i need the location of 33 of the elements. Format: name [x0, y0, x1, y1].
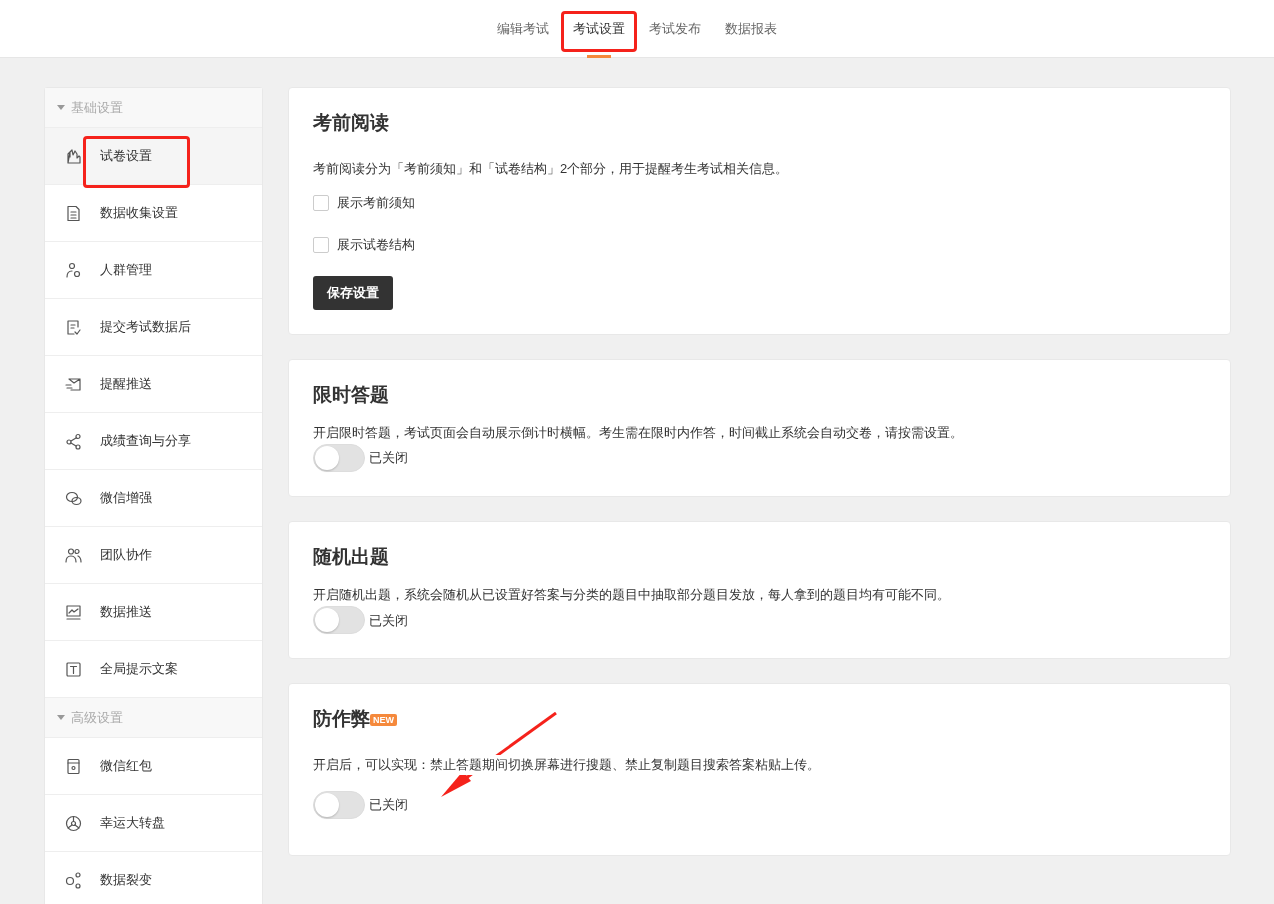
- toggle-switch[interactable]: [313, 444, 365, 473]
- chat-icon: [65, 489, 82, 507]
- nav-tab[interactable]: 数据报表: [713, 0, 789, 58]
- toggle-label: 已关闭: [369, 449, 408, 468]
- chart-icon: [65, 603, 82, 621]
- people-icon: [65, 546, 82, 564]
- text-icon: [65, 660, 82, 678]
- person-icon: [65, 261, 82, 279]
- card-title: 考前阅读: [313, 112, 389, 135]
- nav-tab[interactable]: 考试发布: [637, 0, 713, 58]
- checkbox-label: 展示考前须知: [337, 194, 415, 213]
- checkbox[interactable]: [313, 236, 329, 253]
- new-badge: NEW: [370, 714, 397, 727]
- nav-tab[interactable]: 编辑考试: [485, 0, 561, 58]
- share-icon: [65, 432, 82, 450]
- card-title: 随机出题: [313, 546, 389, 569]
- hand-icon: [65, 147, 82, 165]
- toggle-label: 已关闭: [369, 611, 408, 630]
- card-title: 防作弊: [313, 708, 370, 732]
- toggle-switch[interactable]: [313, 790, 365, 819]
- card-title: 限时答题: [313, 383, 389, 407]
- document-icon: [65, 204, 82, 222]
- nodes-icon: [65, 871, 82, 889]
- save-button[interactable]: 保存设置: [313, 276, 393, 310]
- document-check-icon: [65, 318, 82, 336]
- toggle-label: 已关闭: [369, 795, 408, 814]
- toggle-switch[interactable]: [313, 606, 365, 635]
- checkbox[interactable]: [313, 195, 329, 212]
- active-tab-indicator: [587, 55, 611, 58]
- checkbox-label: 展示试卷结构: [337, 235, 415, 254]
- nav-tab[interactable]: 考试设置: [561, 0, 637, 58]
- wheel-icon: [65, 814, 82, 832]
- sidebar-item[interactable]: 试卷设置: [45, 128, 262, 185]
